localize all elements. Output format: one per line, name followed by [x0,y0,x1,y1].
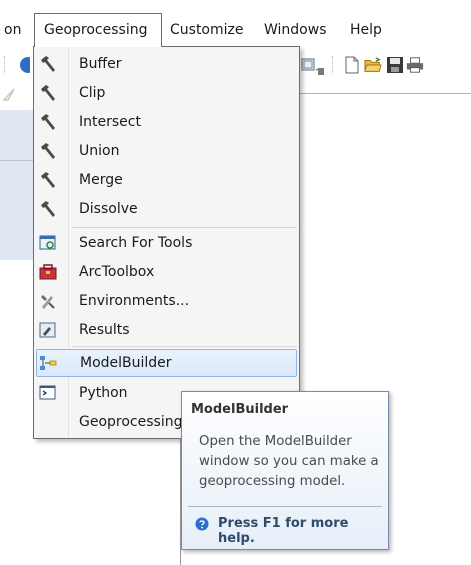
hammer-icon [41,56,55,72]
menu-item-clip[interactable]: Clip [36,79,297,107]
open-folder-icon[interactable] [364,56,382,74]
menu-item-label: Intersect [79,114,141,130]
save-icon[interactable] [386,56,404,74]
menu-item-label: Search For Tools [79,235,193,251]
menu-item-label: Results [79,322,130,338]
hammer-icon [41,114,55,130]
tooltip-separator [188,506,382,507]
menu-item-label: Clip [79,85,106,101]
menu-item-dissolve[interactable]: Dissolve [36,195,297,223]
menu-item-intersect[interactable]: Intersect [36,108,297,136]
menu-item-search-for-tools[interactable]: Search For Tools [36,229,297,257]
hammer-icon [41,201,55,217]
menu-windows[interactable]: Windows [264,14,327,46]
toolbar-separator [4,56,5,74]
tooltip-help-text: Press F1 for more help. [218,516,349,546]
left-panel-fragment [0,110,34,260]
panel-divider [0,160,34,161]
menu-geoprocessing[interactable]: Geoprocessing [34,13,162,47]
tooltip-description: Open the ModelBuilder window so you can … [199,434,379,489]
menu-separator [72,227,297,228]
globe-icon[interactable] [16,56,30,74]
modelbuilder-icon [40,356,57,370]
menu-item-label: Python [79,385,128,401]
modelbuilder-tooltip: ModelBuilder Open the ModelBuilder windo… [181,391,389,550]
new-document-icon[interactable] [343,56,361,74]
menu-customize[interactable]: Customize [170,14,244,46]
menu-item-results[interactable]: Results [36,316,297,344]
hammer-icon [41,143,55,159]
menu-item-buffer[interactable]: Buffer [36,50,297,78]
search-tools-icon [39,235,56,250]
results-icon [39,322,56,338]
python-window-icon [39,385,56,400]
menu-item-merge[interactable]: Merge [36,166,297,194]
toolbox-icon [39,264,57,280]
menu-item-label: Union [79,143,120,159]
hammer-icon [41,85,55,101]
tooltip-title: ModelBuilder [191,402,289,417]
menu-item-label: ArcToolbox [79,264,155,280]
workspace-border [300,93,471,94]
menu-item-union[interactable]: Union [36,137,297,165]
menu-item-label: ModelBuilder [80,355,172,371]
pointer-icon[interactable] [0,86,20,104]
menu-item-label: Dissolve [79,201,138,217]
toolbar-separator [332,56,333,74]
menu-item-arctoolbox[interactable]: ArcToolbox [36,258,297,286]
menu-item-label: Merge [79,172,123,188]
menu-separator [72,346,297,347]
menu-item-modelbuilder[interactable]: ModelBuilder [36,349,297,377]
hammer-icon [41,172,55,188]
menu-item-label: Environments... [79,293,190,309]
print-icon[interactable] [406,56,424,74]
menu-selection-partial[interactable]: on [4,14,21,46]
help-icon [195,517,209,531]
environments-icon [41,295,55,309]
menu-item-label: Geoprocessing [79,414,183,430]
menu-item-label: Buffer [79,56,122,72]
menu-item-environments[interactable]: Environments... [36,287,297,315]
menu-bar: on Geoprocessing Customize Windows Help [0,0,471,47]
geoprocessing-menu: Buffer Clip Intersect Union Merge Dissol… [33,46,300,439]
menu-help[interactable]: Help [350,14,382,46]
dropdown-arrow-icon[interactable] [317,66,325,76]
